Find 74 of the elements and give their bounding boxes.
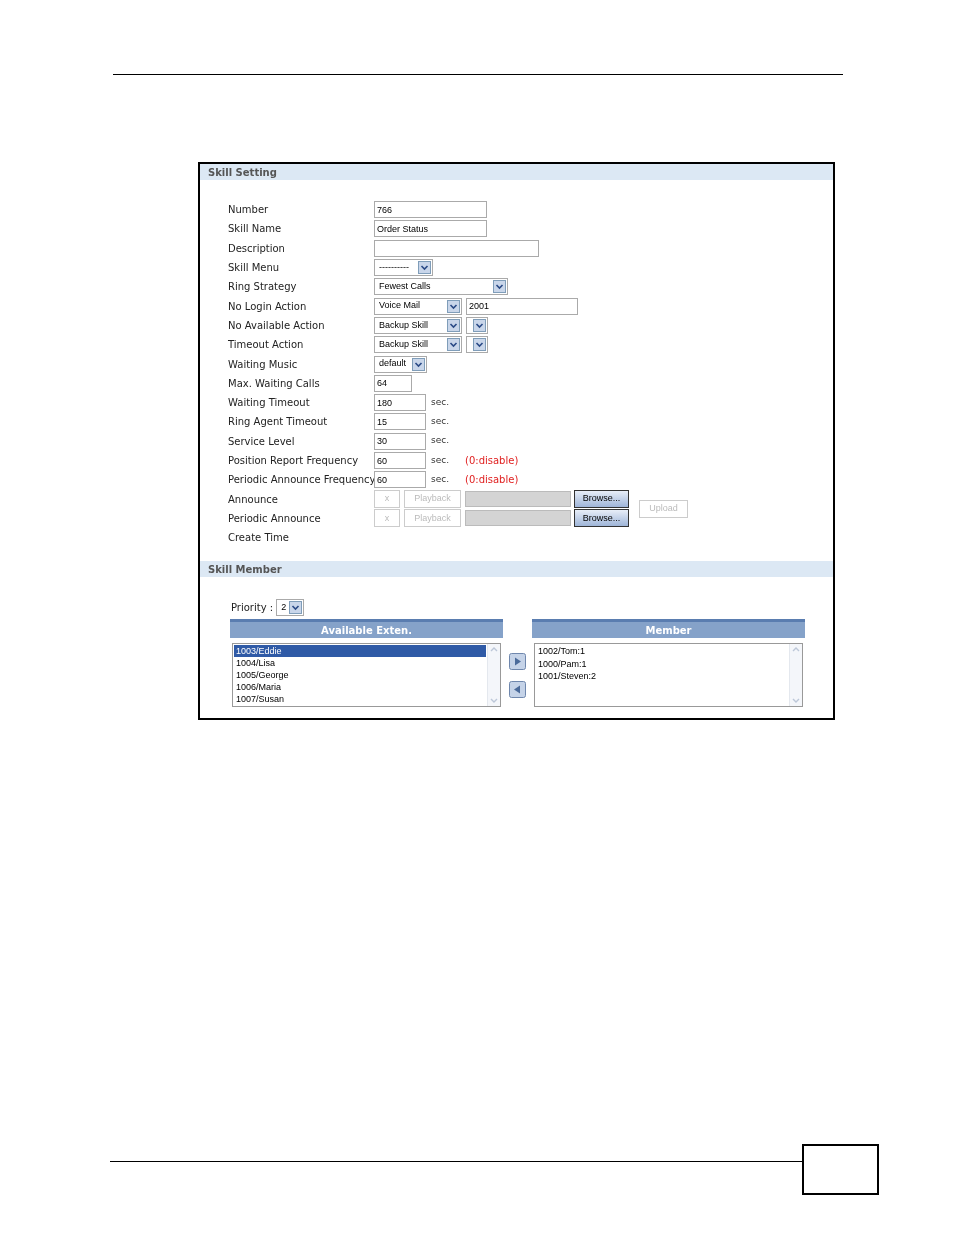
hint-text: (0:disable) xyxy=(465,473,519,488)
chevron-down-icon xyxy=(447,338,460,352)
list-box[interactable]: 1002/Tom:1 1000/Pam:1 1001/Steven:2 xyxy=(534,643,803,708)
field-label: Timeout Action xyxy=(228,338,305,353)
column-header: Available Exten. xyxy=(230,619,503,639)
input-field[interactable]: 64 xyxy=(374,374,412,392)
section-header: Skill Member xyxy=(200,561,833,578)
chevron-down-icon xyxy=(289,601,303,615)
field-label: Periodic Announce Frequency xyxy=(228,473,374,488)
unit-label: sec. xyxy=(431,473,451,487)
field-label: Description xyxy=(228,241,286,256)
chevron-down-icon xyxy=(473,338,486,352)
chevron-down-icon xyxy=(412,357,425,371)
unit-label: sec. xyxy=(431,434,451,448)
input-field[interactable]: 766 xyxy=(374,201,487,219)
field-label: Position Report Frequency xyxy=(228,454,360,468)
input-field[interactable]: 15 xyxy=(374,413,426,431)
chevron-down-icon xyxy=(447,299,460,313)
input-field[interactable]: Order Status xyxy=(374,220,487,238)
hint-text: (0:disable) xyxy=(465,454,519,468)
dropdown[interactable]: ---------- xyxy=(374,259,433,277)
field-label: Service Level xyxy=(228,434,296,449)
list-item[interactable]: 1004/Lisa xyxy=(234,657,486,670)
input-field[interactable]: 60 xyxy=(374,452,426,469)
dropdown[interactable] xyxy=(466,336,488,354)
field-label: No Login Action xyxy=(228,299,308,314)
field-label: Waiting Music xyxy=(228,357,299,372)
chevron-down-icon xyxy=(493,280,506,294)
field-label: Ring Agent Timeout xyxy=(228,415,329,430)
chevron-down-icon xyxy=(447,318,460,332)
dropdown[interactable]: 2 xyxy=(276,599,305,617)
list-item[interactable]: 1006/Maria xyxy=(234,681,486,694)
list-item[interactable]: 1002/Tom:1 xyxy=(536,645,788,658)
chevron-down-icon xyxy=(418,261,431,275)
list-item[interactable]: 1005/George xyxy=(234,669,486,682)
field-label: Announce xyxy=(228,492,279,507)
file-path-field[interactable] xyxy=(465,510,571,527)
chevron-down-icon xyxy=(473,318,486,332)
dropdown[interactable] xyxy=(466,316,488,334)
list-item[interactable]: 1000/Pam:1 xyxy=(536,657,788,670)
move-left-button[interactable] xyxy=(509,681,526,699)
input-field[interactable]: 2001 xyxy=(466,297,578,315)
move-right-button[interactable] xyxy=(509,653,526,671)
field-label: Number xyxy=(228,203,270,218)
dropdown[interactable]: Voice Mail xyxy=(374,297,462,315)
input-field[interactable]: 60 xyxy=(374,471,426,489)
unit-label: sec. xyxy=(431,395,451,409)
dropdown[interactable]: Backup Skill xyxy=(374,316,462,334)
field-label: No Available Action xyxy=(228,318,326,333)
list-item[interactable]: 1007/Susan xyxy=(234,693,486,706)
file-path-field[interactable] xyxy=(465,491,571,508)
list-item[interactable]: 1003/Eddie xyxy=(234,645,486,658)
field-label: Skill Name xyxy=(228,222,283,237)
field-label: Skill Menu xyxy=(228,261,281,276)
field-label: Max. Waiting Calls xyxy=(228,376,321,391)
list-box[interactable]: 1003/Eddie 1004/Lisa 1005/George 1006/Maria 1007/Susan xyxy=(232,643,501,708)
input-field[interactable] xyxy=(374,239,539,257)
field-label: Ring Strategy xyxy=(228,280,298,295)
dropdown[interactable]: Backup Skill xyxy=(374,336,462,354)
field-label: Create Time xyxy=(228,531,290,546)
list-item[interactable]: 1001/Steven:2 xyxy=(536,669,788,683)
scrollbar[interactable] xyxy=(789,644,802,707)
priority-label: Priority : xyxy=(231,601,274,616)
dropdown[interactable]: Fewest Calls xyxy=(374,278,508,296)
section-header: Skill Setting xyxy=(200,164,833,180)
unit-label: sec. xyxy=(431,415,451,429)
column-header: Member xyxy=(532,619,805,639)
scrollbar[interactable] xyxy=(487,644,500,707)
dropdown[interactable]: default xyxy=(374,355,427,373)
input-field[interactable]: 180 xyxy=(374,394,426,412)
input-field[interactable]: 30 xyxy=(374,432,426,450)
unit-label: sec. xyxy=(431,453,451,467)
field-label: Waiting Timeout xyxy=(228,396,311,411)
field-label: Periodic Announce xyxy=(228,511,322,526)
